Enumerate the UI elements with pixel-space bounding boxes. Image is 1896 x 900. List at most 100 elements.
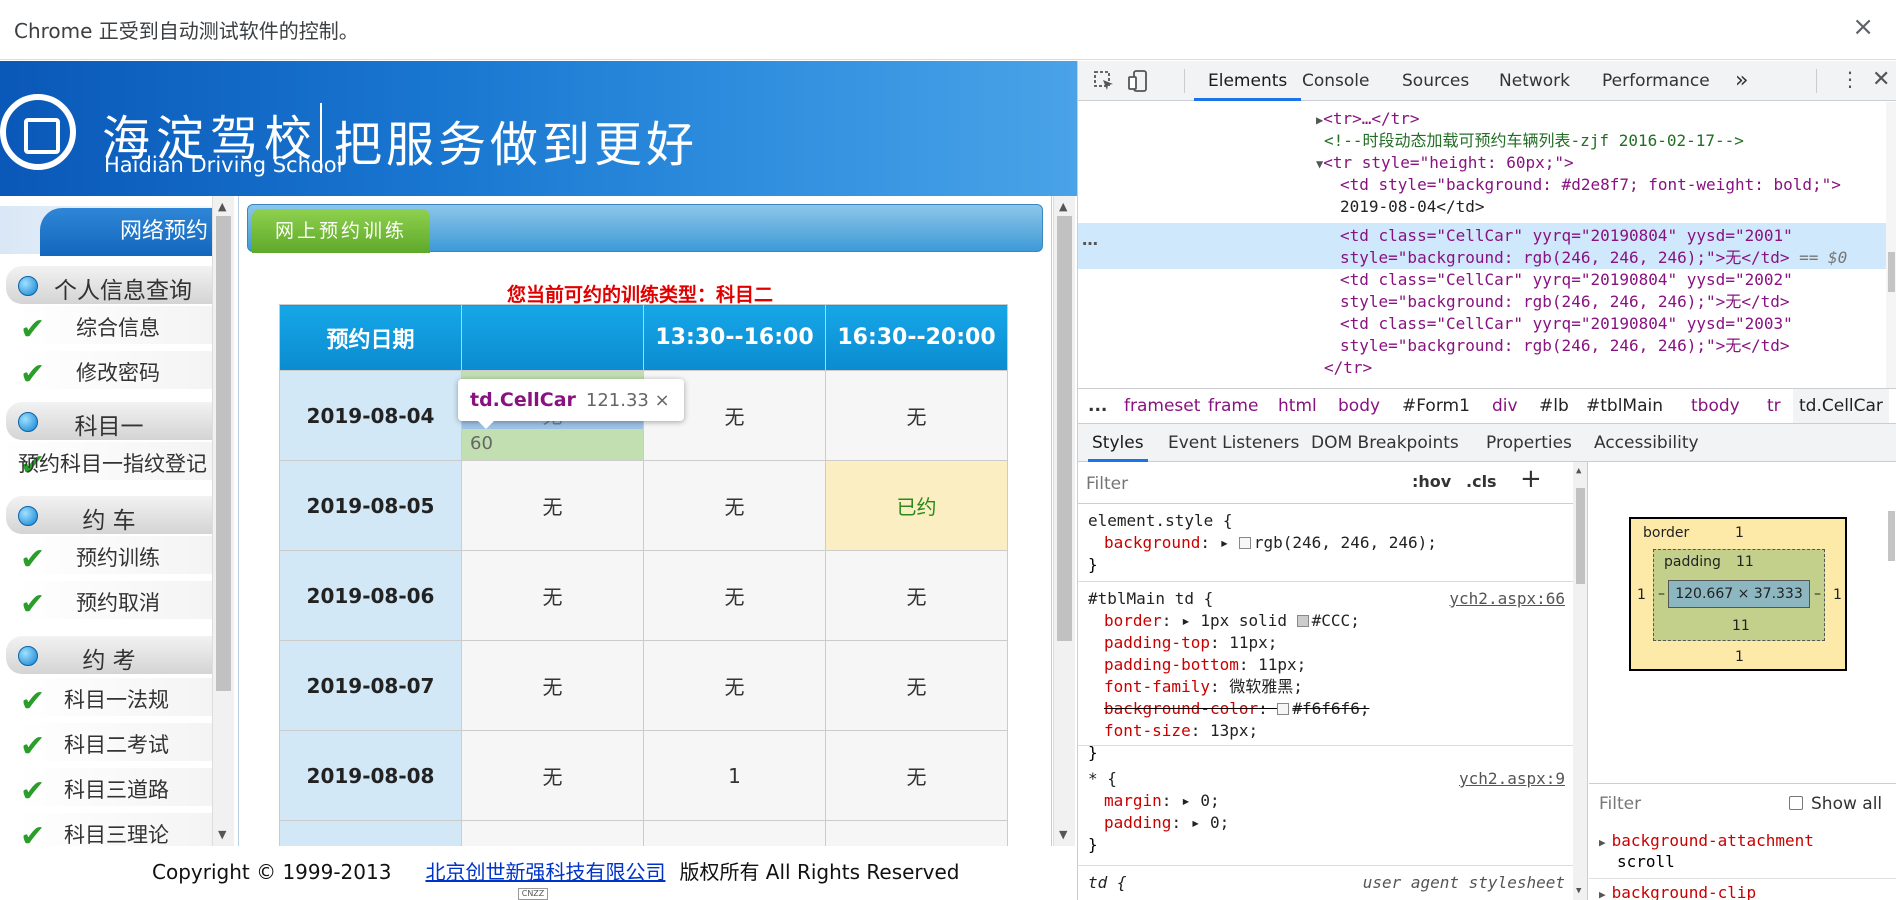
breadcrumb-item[interactable]: #Form1 — [1402, 396, 1470, 416]
scrollbar-thumb[interactable] — [1057, 216, 1072, 641]
scroll-down-icon[interactable]: ▼ — [218, 828, 226, 841]
border-bottom-value[interactable]: 1 — [1735, 649, 1744, 665]
sidebar-top-tab[interactable]: 网络预约 — [40, 208, 212, 256]
computed-filter-input[interactable]: Filter — [1599, 794, 1641, 814]
scroll-up-icon[interactable]: ▲ — [218, 200, 226, 213]
dom-line[interactable]: </tr> — [1324, 357, 1372, 379]
slot-cell[interactable]: 无 — [461, 730, 644, 821]
style-declaration-overridden[interactable]: background-color: #f6f6f6; — [1104, 698, 1369, 720]
style-declaration[interactable]: font-family: 微软雅黑; — [1104, 676, 1303, 698]
box-model-padding[interactable]: padding 11 – – 11 120.667 × 37.333 — [1653, 549, 1825, 641]
sidebar-item-overview[interactable]: ✔ 综合信息 — [16, 306, 212, 347]
dom-scrollbar[interactable] — [1886, 102, 1896, 388]
hover-state-toggle[interactable]: :hov — [1412, 472, 1451, 491]
breadcrumb-item[interactable]: tbody — [1691, 396, 1740, 416]
slot-cell[interactable]: 无 — [825, 640, 1008, 731]
styles-filter-input[interactable] — [1086, 470, 1396, 498]
border-top-value[interactable]: 1 — [1735, 525, 1744, 541]
box-model-border[interactable]: border 1 1 1 1 padding 11 – – 11 120.667… — [1629, 517, 1847, 671]
sidebar-item-exam-road[interactable]: ✔ 科目三道路 — [16, 768, 212, 809]
border-right-value[interactable]: 1 — [1833, 587, 1842, 603]
checkbox-icon[interactable] — [1789, 796, 1803, 810]
new-rule-icon[interactable]: + — [1520, 464, 1542, 494]
close-devtools-icon[interactable]: ✕ — [1872, 67, 1890, 92]
dom-line[interactable]: <td class="CellCar" yyrq="20190804" yysd… — [1340, 269, 1793, 291]
rule-selector[interactable]: element.style { — [1088, 510, 1233, 532]
scrollbar-thumb[interactable] — [1576, 488, 1585, 584]
style-declaration[interactable]: border: ▸ 1px solid #CCC; — [1104, 610, 1360, 632]
tab-console[interactable]: Console — [1302, 61, 1370, 101]
style-declaration[interactable]: padding: ▸ 0; — [1104, 812, 1229, 834]
slot-cell[interactable]: 无 — [461, 640, 644, 731]
dom-line[interactable]: ▼<tr style="height: 60px;"> — [1316, 152, 1574, 175]
tab-dom-breakpoints[interactable]: DOM Breakpoints — [1311, 424, 1459, 462]
breadcrumb-item[interactable]: frameset — [1124, 396, 1200, 416]
slot-cell[interactable]: 无 — [643, 640, 826, 731]
sidebar-scrollbar[interactable]: ▲ ▼ — [212, 196, 234, 846]
sidebar-item-fingerprint[interactable]: ✔ 预约科目一指纹登记 — [0, 442, 212, 483]
node-actions-icon[interactable]: … — [1082, 230, 1098, 249]
more-tabs-icon[interactable]: » — [1735, 61, 1748, 101]
padding-left-value[interactable]: – — [1658, 586, 1665, 602]
sidebar-item-exam-rules[interactable]: ✔ 科目一法规 — [16, 678, 212, 719]
sidebar-item-exam-theory[interactable]: ✔ 科目三理论 — [16, 813, 212, 846]
dom-line[interactable]: style="background: rgb(246, 246, 246);">… — [1340, 335, 1789, 357]
sidebar-item-exam-subject2[interactable]: ✔ 科目二考试 — [16, 723, 212, 764]
breadcrumb-overflow[interactable]: ... — [1088, 396, 1107, 416]
box-model-scrollbar[interactable] — [1886, 471, 1896, 591]
tab-sources[interactable]: Sources — [1402, 61, 1469, 101]
class-toggle[interactable]: .cls — [1466, 472, 1497, 491]
padding-top-value[interactable]: 11 — [1736, 554, 1754, 570]
breadcrumb-item[interactable]: div — [1492, 396, 1518, 416]
dom-comment[interactable]: <!--时段动态加载可预约车辆列表-zjf 2016-02-17--> — [1324, 130, 1744, 152]
border-left-value[interactable]: 1 — [1637, 587, 1646, 603]
tab-properties[interactable]: Properties — [1486, 424, 1572, 462]
color-swatch-icon[interactable] — [1277, 703, 1290, 715]
style-declaration[interactable]: padding-bottom: 11px; — [1104, 654, 1306, 676]
box-model-content[interactable]: 120.667 × 37.333 — [1668, 580, 1810, 608]
styles-scrollbar[interactable]: ▲ ▼ — [1573, 462, 1587, 900]
device-toolbar-icon[interactable] — [1126, 69, 1150, 93]
style-declaration[interactable]: padding-top: 11px; — [1104, 632, 1277, 654]
computed-property[interactable]: ▶ background-attachment — [1599, 830, 1814, 853]
computed-property[interactable]: ▶ background-clip — [1599, 882, 1756, 900]
inspect-element-icon[interactable] — [1092, 69, 1116, 93]
slot-cell[interactable]: 无 — [825, 730, 1008, 821]
expand-triangle-icon[interactable]: ▶ — [1599, 836, 1606, 849]
sidebar-item-change-password[interactable]: ✔ 修改密码 — [16, 351, 212, 392]
scroll-down-icon[interactable]: ▼ — [1576, 886, 1581, 896]
tab-styles[interactable]: Styles — [1088, 424, 1148, 462]
breadcrumb-item[interactable]: tr — [1767, 396, 1781, 416]
rule-source-link[interactable]: ych2.aspx:66 — [1449, 588, 1565, 610]
padding-right-value[interactable]: – — [1814, 586, 1821, 602]
slot-cell[interactable]: 无 — [643, 550, 826, 641]
dom-line[interactable]: <td class="CellCar" yyrq="20190804" yysd… — [1340, 313, 1793, 335]
tab-event-listeners[interactable]: Event Listeners — [1168, 424, 1299, 462]
breadcrumb-item[interactable]: html — [1278, 396, 1317, 416]
sidebar-item-book-training[interactable]: ✔ 预约训练 — [16, 536, 212, 577]
main-scrollbar[interactable]: ▲ ▼ — [1053, 196, 1075, 846]
scrollbar-thumb[interactable] — [216, 216, 231, 691]
sidebar-item-cancel-booking[interactable]: ✔ 预约取消 — [16, 581, 212, 622]
show-all-toggle[interactable]: Show all — [1789, 794, 1882, 814]
tab-network[interactable]: Network — [1499, 61, 1570, 101]
tab-accessibility[interactable]: Accessibility — [1594, 424, 1699, 462]
infobar-close-button[interactable]: × — [1852, 12, 1874, 42]
expand-triangle-icon[interactable]: ▶ — [1599, 888, 1606, 900]
color-swatch-icon[interactable] — [1296, 615, 1309, 627]
dom-line-selected[interactable]: style="background: rgb(246, 246, 246);">… — [1340, 247, 1847, 269]
slot-cell[interactable]: 无 — [461, 550, 644, 641]
scroll-down-icon[interactable]: ▼ — [1059, 828, 1067, 841]
scroll-up-icon[interactable]: ▲ — [1576, 466, 1581, 476]
slot-cell[interactable]: 无 — [825, 370, 1008, 461]
slot-cell[interactable]: 无 — [461, 460, 644, 551]
tab-performance[interactable]: Performance — [1602, 61, 1710, 101]
footer-company-link[interactable]: 北京创世新强科技有限公司 — [425, 860, 665, 884]
panel-tab[interactable]: 网上预约训练 — [252, 209, 430, 253]
rule-selector[interactable]: td { — [1088, 872, 1127, 894]
rule-source-link[interactable]: ych2.aspx:9 — [1459, 768, 1565, 790]
slot-cell-booked[interactable]: 已约 — [825, 460, 1008, 551]
breadcrumb-item[interactable]: body — [1338, 396, 1380, 416]
breadcrumb-item-current[interactable]: td.CellCar — [1793, 389, 1889, 423]
cnzz-badge[interactable]: CNZZ — [518, 888, 548, 900]
